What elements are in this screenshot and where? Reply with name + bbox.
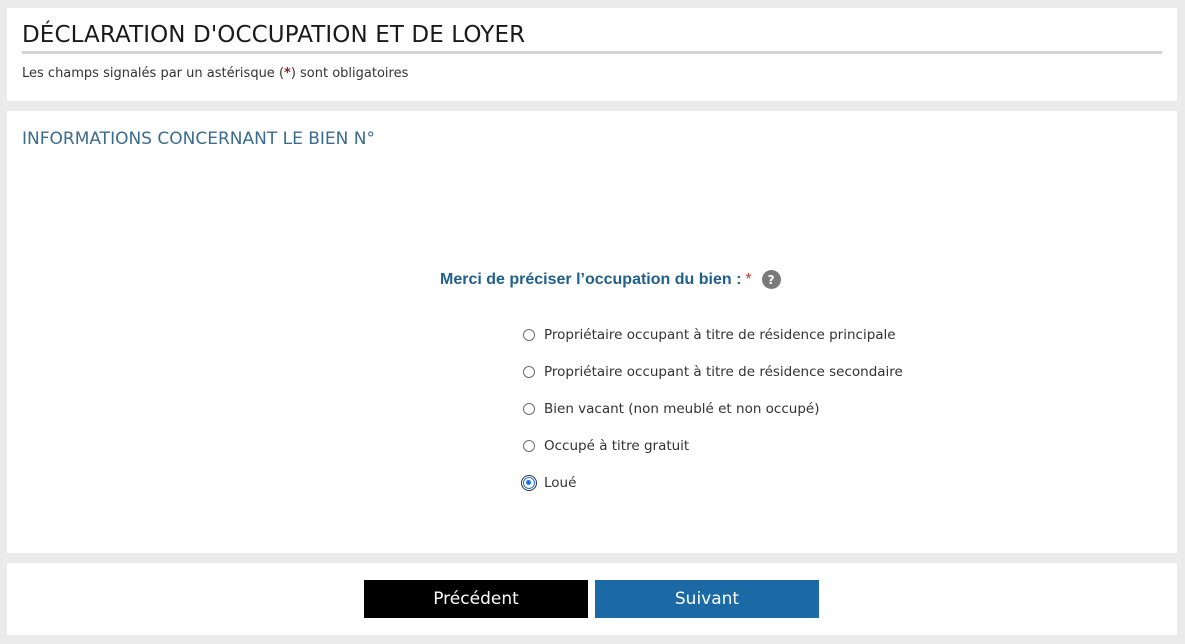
required-note-suffix: ) sont obligatoires bbox=[290, 66, 409, 81]
radio-button[interactable] bbox=[521, 474, 537, 491]
occupation-question: Merci de préciser l’occupation du bien :… bbox=[440, 270, 781, 289]
occupation-radio-group: Propriétaire occupant à titre de résiden… bbox=[521, 316, 903, 501]
option-residence-principale[interactable]: Propriétaire occupant à titre de résiden… bbox=[523, 316, 903, 353]
next-button[interactable]: Suivant bbox=[595, 580, 819, 618]
radio-button[interactable] bbox=[523, 365, 535, 378]
option-label: Loué bbox=[544, 474, 577, 491]
page-title: DÉCLARATION D'OCCUPATION ET DE LOYER bbox=[22, 22, 526, 48]
help-icon[interactable]: ? bbox=[761, 270, 781, 289]
radio-button[interactable] bbox=[523, 439, 535, 452]
section-title: INFORMATIONS CONCERNANT LE BIEN N° bbox=[22, 129, 375, 149]
title-divider bbox=[22, 51, 1162, 54]
required-fields-note: Les champs signalés par un astérisque (*… bbox=[22, 66, 408, 81]
option-label: Occupé à titre gratuit bbox=[544, 437, 690, 454]
option-occupe-gratuit[interactable]: Occupé à titre gratuit bbox=[523, 427, 903, 464]
option-loue[interactable]: Loué bbox=[521, 464, 903, 501]
header-panel: DÉCLARATION D'OCCUPATION ET DE LOYER Les… bbox=[7, 8, 1177, 101]
required-mark: * bbox=[745, 270, 752, 288]
option-label: Bien vacant (non meublé et non occupé) bbox=[544, 400, 820, 417]
previous-button[interactable]: Précédent bbox=[364, 580, 588, 618]
required-note-prefix: Les champs signalés par un astérisque ( bbox=[22, 66, 285, 81]
main-panel: INFORMATIONS CONCERNANT LE BIEN N° Merci… bbox=[7, 111, 1177, 553]
radio-button[interactable] bbox=[523, 328, 535, 341]
question-label: Merci de préciser l’occupation du bien : bbox=[440, 270, 742, 288]
option-label: Propriétaire occupant à titre de résiden… bbox=[544, 326, 896, 343]
option-label: Propriétaire occupant à titre de résiden… bbox=[544, 363, 903, 380]
footer-panel: Précédent Suivant bbox=[7, 563, 1177, 635]
option-bien-vacant[interactable]: Bien vacant (non meublé et non occupé) bbox=[523, 390, 903, 427]
radio-button[interactable] bbox=[523, 402, 535, 415]
option-residence-secondaire[interactable]: Propriétaire occupant à titre de résiden… bbox=[523, 353, 903, 390]
required-asterisk: * bbox=[284, 66, 291, 81]
